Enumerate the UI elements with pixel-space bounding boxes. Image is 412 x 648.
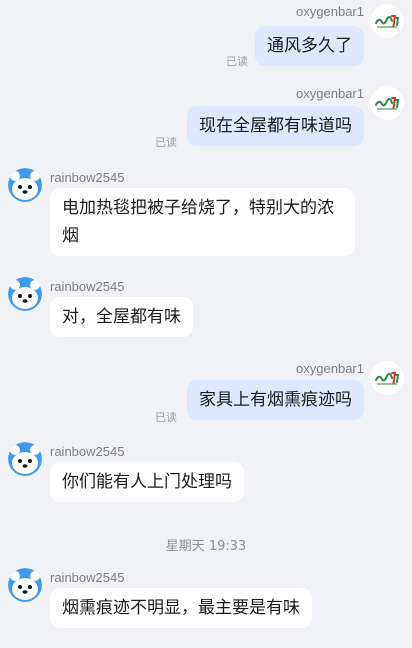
message-bubble[interactable]: 你们能有人上门处理吗	[50, 462, 244, 502]
bear-avatar-icon[interactable]	[8, 277, 42, 311]
bear-avatar-icon[interactable]	[8, 568, 42, 602]
chat-thread: oxygenbar1 通风多久了 已读 oxygenbar1 现在全屋都有味道吗…	[0, 0, 412, 648]
oxygenbar-logo-icon[interactable]	[370, 4, 404, 38]
message-bubble[interactable]: 电加热毯把被子给烧了，特别大的浓烟	[50, 188, 355, 256]
read-status: 已读	[155, 136, 177, 149]
message-bubble[interactable]: 对，全屋都有味	[50, 297, 193, 337]
sender-name: rainbow2545	[50, 279, 125, 294]
read-status: 已读	[155, 411, 177, 424]
sender-name: oxygenbar1	[296, 86, 364, 101]
sender-name: oxygenbar1	[296, 361, 364, 376]
sender-name: rainbow2545	[50, 444, 125, 459]
message-bubble[interactable]: 家具上有烟熏痕迹吗	[187, 380, 364, 420]
message-bubble[interactable]: 烟熏痕迹不明显，最主要是有味	[50, 588, 312, 628]
message-bubble[interactable]: 通风多久了	[255, 26, 364, 66]
sender-name: rainbow2545	[50, 170, 125, 185]
bear-avatar-icon[interactable]	[8, 442, 42, 476]
read-status: 已读	[226, 55, 248, 68]
time-divider: 星期天 19:33	[165, 539, 247, 554]
sender-name: oxygenbar1	[296, 4, 364, 19]
message-bubble[interactable]: 现在全屋都有味道吗	[187, 106, 364, 146]
oxygenbar-logo-icon[interactable]	[370, 86, 404, 120]
sender-name: rainbow2545	[50, 570, 125, 585]
bear-avatar-icon[interactable]	[8, 168, 42, 202]
oxygenbar-logo-icon[interactable]	[370, 361, 404, 395]
